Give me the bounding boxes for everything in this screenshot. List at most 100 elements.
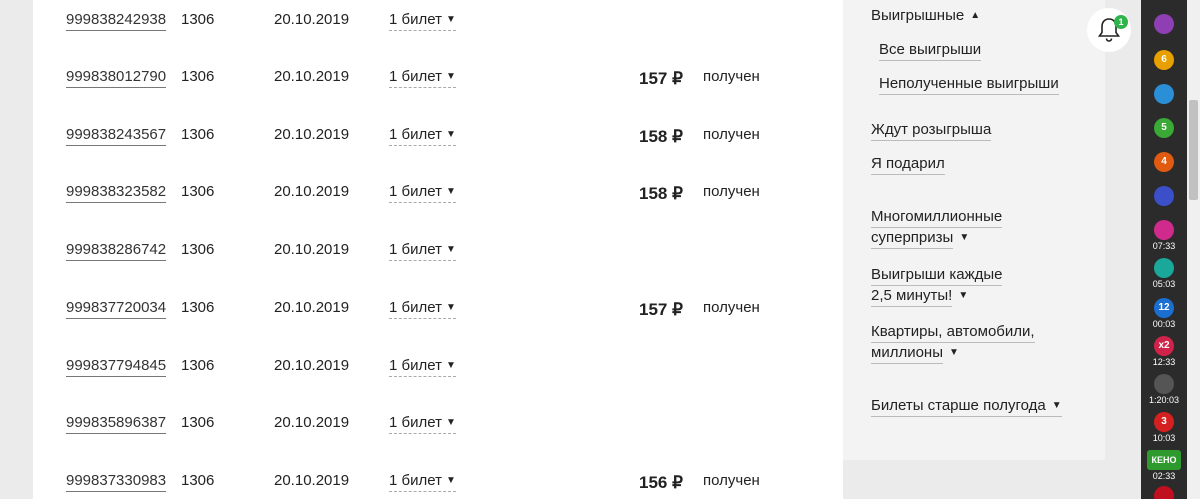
draw-date: 20.10.2019 [274, 241, 350, 258]
bell-icon [1097, 18, 1121, 42]
6-of-45-lottery-icon: 6 [1154, 50, 1174, 70]
draw-number: 1306 [181, 241, 215, 258]
win-amount: 156 ₽ [639, 473, 683, 492]
ticket-number-link[interactable]: 999837720034 [66, 298, 167, 319]
ticket-number-link[interactable]: 999838243567 [66, 125, 167, 146]
win-status: получен [703, 299, 760, 316]
notifications-count-badge: 1 [1114, 15, 1128, 29]
caret-down-icon: ▼ [445, 14, 456, 25]
filter-multimillion-line-2: суперпризы [871, 228, 954, 249]
filter-multimillion[interactable]: Многомиллионные суперпризы ▼ [871, 207, 1003, 249]
tickets-list: 999838242938 1306 20.10.2019 1 билет ▼ 999838… [33, 0, 843, 499]
ticket-number-link[interactable]: 999835896387 [66, 413, 167, 434]
ticket-count-dropdown[interactable]: 1 билет ▼ [389, 10, 456, 31]
win-amount: 158 ₽ [639, 127, 683, 146]
draw-date: 20.10.2019 [274, 357, 350, 374]
ticket-number-link[interactable]: 999838012790 [66, 67, 167, 88]
filter-gifted[interactable]: Я подарил [871, 154, 945, 175]
filter-winning[interactable]: Выигрышные ▲ [871, 6, 980, 26]
ticket-count-label: 1 билет [389, 183, 442, 200]
dock-game-timer: 1:20:03 [1148, 395, 1180, 405]
dock-game-item[interactable]: 05:03 [1141, 258, 1187, 289]
rapido-lottery-icon [1154, 220, 1174, 240]
filter-every-2-5-minutes[interactable]: Выигрыши каждые 2,5 минуты! ▼ [871, 265, 1003, 307]
dock-game-item[interactable]: 5 [1141, 118, 1187, 138]
dock-game-item[interactable]: 12 00:03 [1141, 298, 1187, 329]
draw-number: 1306 [181, 183, 215, 200]
ticket-count-dropdown[interactable]: 1 билет ▼ [389, 298, 456, 319]
dock-game-item[interactable]: 3 10:03 [1141, 412, 1187, 443]
12-24-lottery-icon: 12 [1154, 298, 1174, 318]
top3-lottery-icon [1154, 374, 1174, 394]
filter-apartments-cars[interactable]: Квартиры, автомобили, миллионы ▼ [871, 322, 1035, 364]
ticket-count-label: 1 билет [389, 414, 442, 431]
ticket-count-dropdown[interactable]: 1 билет ▼ [389, 67, 456, 88]
ticket-count-dropdown[interactable]: 1 билет ▼ [389, 471, 456, 492]
ticket-count-label: 1 билет [389, 241, 442, 258]
ticket-row: 999837794845 1306 20.10.2019 1 билет ▼ [33, 356, 843, 386]
filter-older-tickets[interactable]: Билеты старше полугода ▼ [871, 396, 1062, 417]
ticket-count-dropdown[interactable]: 1 билет ▼ [389, 182, 456, 203]
dock-game-timer: 05:03 [1152, 279, 1176, 289]
ticket-row: 999838243567 1306 20.10.2019 1 билет ▼ 158 ₽ п… [33, 125, 843, 155]
dock-game-item[interactable]: x2 12:33 [1141, 336, 1187, 367]
ball-lottery-icon [1154, 84, 1174, 104]
filter-waiting-draw[interactable]: Ждут розыгрыша [871, 120, 992, 141]
ticket-count-label: 1 билет [389, 126, 442, 143]
win-status: получен [703, 126, 760, 143]
filter-unclaimed-wins[interactable]: Неполученные выигрыши [879, 74, 1059, 95]
draw-date: 20.10.2019 [274, 472, 350, 489]
ticket-count-label: 1 билет [389, 299, 442, 316]
notifications-button[interactable] [1087, 8, 1131, 52]
scrollbar-thumb[interactable] [1189, 100, 1198, 200]
draw-number: 1306 [181, 126, 215, 143]
caret-down-icon: ▼ [445, 302, 456, 313]
ticket-count-dropdown[interactable]: 1 билет ▼ [389, 413, 456, 434]
ticket-count-label: 1 билет [389, 357, 442, 374]
win-status: получен [703, 68, 760, 85]
win-status: получен [703, 183, 760, 200]
draw-date: 20.10.2019 [274, 414, 350, 431]
x2-lottery-icon: x2 [1154, 336, 1174, 356]
page-scrollbar[interactable] [1187, 0, 1200, 499]
caret-down-icon: ▼ [445, 71, 456, 82]
ticket-number-link[interactable]: 999837794845 [66, 356, 167, 377]
dock-game-item[interactable]: 1:20:03 [1141, 374, 1187, 405]
ticket-count-label: 1 билет [389, 68, 442, 85]
win-amount: 158 ₽ [639, 184, 683, 203]
dock-game-item[interactable]: 6 [1141, 50, 1187, 70]
ticket-count-dropdown[interactable]: 1 билет ▼ [389, 356, 456, 377]
dock-game-item[interactable] [1141, 486, 1187, 499]
ticket-number-link[interactable]: 999838242938 [66, 10, 167, 31]
ticket-count-dropdown[interactable]: 1 билет ▼ [389, 240, 456, 261]
dock-game-timer: 02:33 [1152, 471, 1176, 481]
dock-game-item[interactable] [1141, 84, 1187, 104]
filter-all-wins[interactable]: Все выигрыши [879, 40, 982, 61]
ticket-number-link[interactable]: 999838286742 [66, 240, 167, 261]
win-status: получен [703, 472, 760, 489]
ticket-count-label: 1 билет [389, 472, 442, 489]
dock-game-item[interactable]: 07:33 [1141, 220, 1187, 251]
5-of-36-lottery-icon: 5 [1154, 118, 1174, 138]
filter-apartments-line-1: Квартиры, автомобили, [871, 322, 1035, 343]
dock-game-item[interactable] [1141, 14, 1187, 34]
filter-every-line-2: 2,5 минуты! [871, 286, 953, 307]
dock-game-item[interactable]: КЕНО 02:33 [1141, 450, 1187, 481]
ticket-count-dropdown[interactable]: 1 билет ▼ [389, 125, 456, 146]
dock-game-item[interactable]: 4 [1141, 152, 1187, 172]
ticket-number-link[interactable]: 999838323582 [66, 182, 167, 203]
dock-game-item[interactable] [1141, 186, 1187, 206]
ticket-row: 999835896387 1306 20.10.2019 1 билет ▼ [33, 413, 843, 443]
dock-game-timer: 07:33 [1152, 241, 1176, 251]
ticket-number-link[interactable]: 999837330983 [66, 471, 167, 492]
3-lottery-icon: 3 [1154, 412, 1174, 432]
page: 999838242938 1306 20.10.2019 1 билет ▼ 999838… [0, 0, 1200, 499]
draw-date: 20.10.2019 [274, 299, 350, 316]
ticket-row: 999838286742 1306 20.10.2019 1 билет ▼ [33, 240, 843, 270]
caret-down-icon: ▼ [445, 475, 456, 486]
draw-number: 1306 [181, 472, 215, 489]
draw-number: 1306 [181, 414, 215, 431]
4-of-20-lottery-icon: 4 [1154, 152, 1174, 172]
ticket-row: 999838242938 1306 20.10.2019 1 билет ▼ [33, 10, 843, 40]
rapido2-lottery-icon [1154, 258, 1174, 278]
